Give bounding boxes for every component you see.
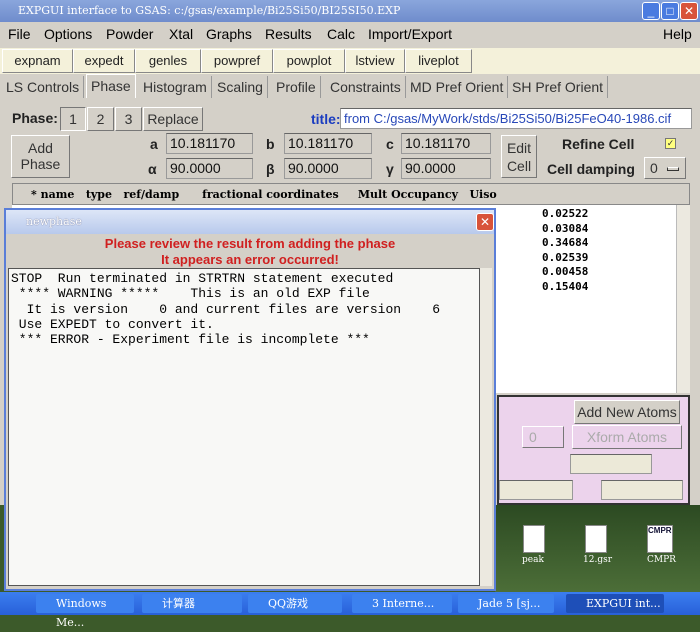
dialog-scrollbar[interactable] xyxy=(480,268,492,586)
lstview-button[interactable]: lstview xyxy=(345,49,405,73)
phase-2-button[interactable]: 2 xyxy=(87,107,114,131)
a-field[interactable]: 10.181170 xyxy=(166,133,253,154)
uiso-value: 0.02522 xyxy=(542,207,589,220)
file-icon[interactable] xyxy=(523,525,545,553)
edit-cell-button[interactable]: Edit Cell xyxy=(501,135,537,178)
edit-cell-line2: Cell xyxy=(506,158,532,174)
genles-button[interactable]: genles xyxy=(135,49,201,73)
powplot-button[interactable]: powplot xyxy=(273,49,345,73)
menu-options[interactable]: Options xyxy=(44,26,92,42)
uiso-value: 0.15404 xyxy=(542,280,589,293)
tab-sh-pref-orient[interactable]: SH Pref Orient xyxy=(508,76,609,98)
dialog-message-2: It appears an error occurred! xyxy=(161,252,339,267)
refine-cell-checkbox[interactable]: ✓ xyxy=(665,138,676,149)
toolbar: expnam expedt genles powpref powplot lst… xyxy=(0,48,700,74)
title-label: title: xyxy=(311,111,341,127)
liveplot-button[interactable]: liveplot xyxy=(405,49,472,73)
menu-bar: File Options Powder Xtal Graphs Results … xyxy=(0,22,700,46)
menu-results[interactable]: Results xyxy=(265,26,312,42)
uiso-value: 0.03084 xyxy=(542,222,589,235)
taskbar-item[interactable]: Jade 5 [sj... xyxy=(458,594,554,613)
shortcut-icon[interactable]: CMPR xyxy=(647,525,673,553)
cell-damping-label: Cell damping xyxy=(547,161,635,177)
dialog-close-button[interactable]: ✕ xyxy=(476,213,494,231)
taskbar-item[interactable]: QQ游戏 xyxy=(248,594,342,613)
refine-cell-label: Refine Cell xyxy=(562,136,635,152)
tab-md-pref-orient[interactable]: MD Pref Orient xyxy=(406,76,509,98)
alpha-field[interactable]: 90.0000 xyxy=(166,158,253,179)
menu-xtal[interactable]: Xtal xyxy=(169,26,193,42)
title-input[interactable]: from C:/gsas/MyWork/stds/Bi25Si50/Bi25Fe… xyxy=(340,108,692,129)
menu-indicator-icon xyxy=(667,167,679,171)
menu-file[interactable]: File xyxy=(8,26,31,42)
expnam-button[interactable]: expnam xyxy=(2,49,73,73)
uiso-value: 0.00458 xyxy=(542,265,589,278)
gamma-label: γ xyxy=(386,161,394,177)
dialog-title-bar: newphase xyxy=(6,210,494,234)
a-label: a xyxy=(150,136,158,152)
gamma-field[interactable]: 90.0000 xyxy=(401,158,491,179)
add-phase-button[interactable]: Add Phase xyxy=(11,135,70,178)
taskbar-item[interactable]: 计算器 xyxy=(142,594,242,613)
atom-table-header: * name type ref/damp fractional coordina… xyxy=(12,183,690,205)
taskbar-item[interactable]: 3 Interne... xyxy=(352,594,452,613)
close-button[interactable]: ✕ xyxy=(680,2,698,20)
beta-field[interactable]: 90.0000 xyxy=(284,158,372,179)
tab-histogram[interactable]: Histogram xyxy=(139,76,212,98)
xform-menu-value: 0 xyxy=(529,429,537,445)
b-field[interactable]: 10.181170 xyxy=(284,133,372,154)
b-label: b xyxy=(266,136,275,152)
phase-label: Phase: xyxy=(12,110,58,126)
uiso-value: 0.02539 xyxy=(542,251,589,264)
taskbar-item[interactable]: Windows Me... xyxy=(36,594,134,629)
add-new-atoms-button[interactable]: Add New Atoms xyxy=(574,400,680,424)
menu-powder[interactable]: Powder xyxy=(106,26,153,42)
phase-1-button[interactable]: 1 xyxy=(60,107,86,131)
expedt-button[interactable]: expedt xyxy=(73,49,135,73)
tab-ls-controls[interactable]: LS Controls xyxy=(2,76,85,98)
desktop-icon-label: peak xyxy=(522,555,544,565)
atom-table-columns: * name type ref/damp fractional coordina… xyxy=(31,188,497,201)
menu-calc[interactable]: Calc xyxy=(327,26,355,42)
menu-import-export[interactable]: Import/Export xyxy=(368,26,452,42)
beta-label: β xyxy=(266,161,275,177)
dialog-message-1: Please review the result from adding the… xyxy=(104,236,396,251)
taskbar: Windows Me... 计算器 QQ游戏 3 Interne... Jade… xyxy=(0,592,700,629)
newphase-dialog: newphase ✕ Please review the result from… xyxy=(4,208,496,591)
atom-field[interactable] xyxy=(499,480,573,500)
tab-constraints[interactable]: Constraints xyxy=(326,76,406,98)
maximize-button[interactable]: □ xyxy=(661,2,679,20)
atom-table-scrollbar[interactable] xyxy=(676,205,690,393)
minimize-button[interactable]: _ xyxy=(642,2,660,20)
add-phase-line2: Phase xyxy=(20,156,61,172)
xform-atoms-button[interactable]: Xform Atoms xyxy=(572,425,682,449)
add-phase-line1: Add xyxy=(28,140,53,156)
desktop: peak 12.gsr CMPR CMPR xyxy=(495,505,700,592)
phase-3-button[interactable]: 3 xyxy=(115,107,142,131)
replace-button[interactable]: Replace xyxy=(143,107,203,131)
menu-help[interactable]: Help xyxy=(663,26,692,42)
tab-scaling[interactable]: Scaling xyxy=(213,76,268,98)
powpref-button[interactable]: powpref xyxy=(201,49,273,73)
title-bar: EXPGUI interface to GSAS: c:/gsas/exampl… xyxy=(0,0,700,22)
c-field[interactable]: 10.181170 xyxy=(401,133,491,154)
cell-damping-menu[interactable]: 0 xyxy=(644,157,686,179)
atom-field[interactable] xyxy=(601,480,683,500)
uiso-value: 0.34684 xyxy=(542,236,589,249)
alpha-label: α xyxy=(148,161,157,177)
tab-profile[interactable]: Profile xyxy=(272,76,321,98)
desktop-icon-label: 12.gsr xyxy=(583,555,612,565)
taskbar-item-active[interactable]: EXPGUI int... xyxy=(566,594,664,613)
file-icon[interactable] xyxy=(585,525,607,553)
desktop-icon-label: CMPR xyxy=(647,555,676,565)
dialog-output-text[interactable]: STOP Run terminated in STRTRN statement … xyxy=(8,268,480,586)
xform-menu[interactable]: 0 xyxy=(522,426,564,448)
atom-field[interactable] xyxy=(570,454,652,474)
c-label: c xyxy=(386,136,394,152)
menu-graphs[interactable]: Graphs xyxy=(206,26,252,42)
cell-damping-value: 0 xyxy=(650,160,658,176)
atom-actions-panel: Add New Atoms 0 Xform Atoms xyxy=(497,395,690,505)
edit-cell-line1: Edit xyxy=(506,140,532,156)
tab-phase[interactable]: Phase xyxy=(86,74,136,98)
